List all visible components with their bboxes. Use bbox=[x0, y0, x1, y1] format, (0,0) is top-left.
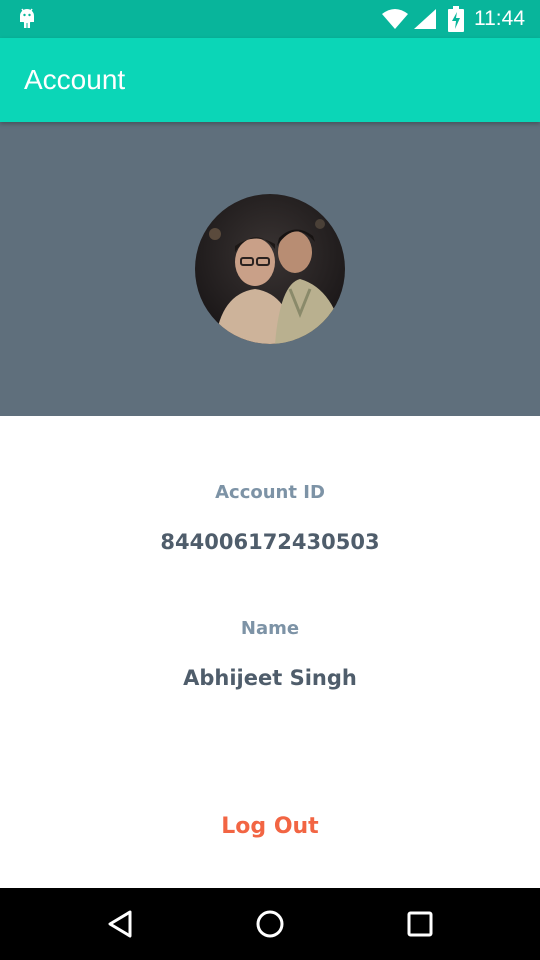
wifi-icon bbox=[381, 8, 409, 30]
android-icon bbox=[16, 7, 38, 31]
status-time: 11:44 bbox=[474, 7, 525, 30]
avatar[interactable] bbox=[195, 194, 345, 344]
home-icon[interactable] bbox=[250, 904, 290, 944]
account-info: Account ID 844006172430503 Name Abhijeet… bbox=[0, 416, 540, 888]
back-icon[interactable] bbox=[100, 904, 140, 944]
signal-icon bbox=[413, 8, 437, 30]
profile-photo bbox=[195, 194, 345, 344]
app-bar: Account bbox=[0, 38, 540, 122]
name-label: Name bbox=[240, 618, 300, 639]
profile-header bbox=[0, 122, 540, 416]
status-bar: 11:44 bbox=[0, 0, 540, 38]
name-value: Abhijeet Singh bbox=[183, 666, 357, 690]
page-title: Account bbox=[24, 64, 126, 95]
account-id-value: 844006172430503 bbox=[160, 530, 380, 554]
battery-charging-icon bbox=[448, 6, 464, 32]
account-id-label: Account ID bbox=[215, 482, 325, 503]
recents-icon[interactable] bbox=[400, 904, 440, 944]
logout-button[interactable]: Log Out bbox=[0, 814, 540, 839]
navigation-bar bbox=[0, 888, 540, 960]
